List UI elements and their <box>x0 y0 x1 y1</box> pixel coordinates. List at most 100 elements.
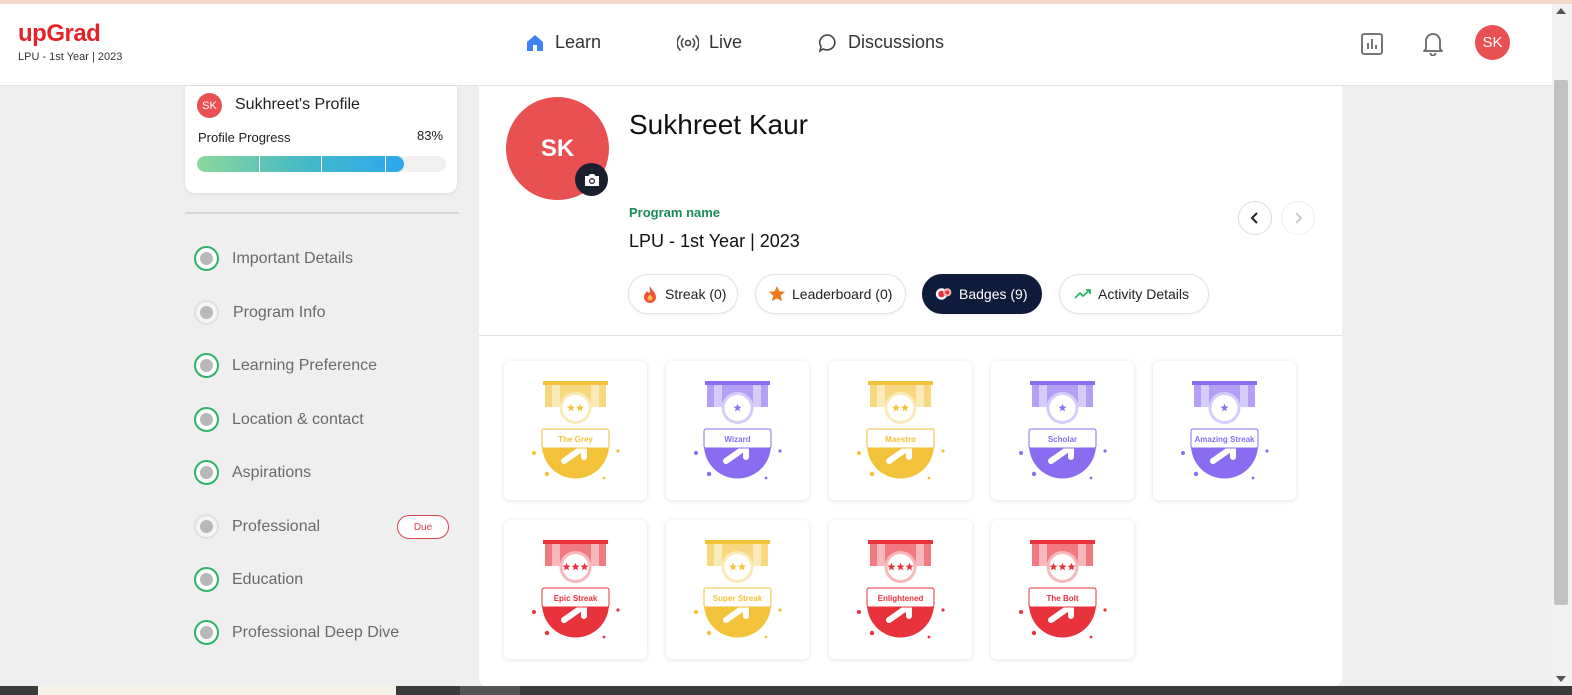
badge-emblem-icon: Maestro <box>856 381 945 480</box>
badge-label: Epic Streak <box>554 594 598 603</box>
sidebar-item-label: Professional <box>232 517 321 535</box>
tabs-separator <box>479 335 1342 336</box>
user-avatar[interactable]: SK <box>1475 25 1510 60</box>
badge-label: Maestro <box>885 435 916 444</box>
program-subtitle: LPU - 1st Year | 2023 <box>18 51 123 63</box>
badge-label: The Bolt <box>1046 594 1078 603</box>
contact-card-icon <box>194 407 219 432</box>
progress-segment-divider <box>259 156 260 172</box>
badge-card[interactable]: Amazing Streak <box>1153 361 1297 500</box>
next-arrow-button[interactable] <box>1281 201 1315 235</box>
gear-icon <box>194 620 219 645</box>
profile-progress-fill <box>197 156 404 172</box>
due-badge: Due <box>397 515 449 539</box>
badge-label: Wizard <box>725 435 751 444</box>
sidebar-divider <box>185 212 459 214</box>
sidebar-item-education[interactable]: Education <box>194 567 303 592</box>
analytics-icon[interactable] <box>1360 32 1384 56</box>
nav-discussions[interactable]: Discussions <box>818 32 944 53</box>
camera-icon[interactable] <box>575 163 608 196</box>
target-icon <box>194 460 219 485</box>
upgrad-logo[interactable]: upGrad <box>18 20 101 48</box>
top-header: upGrad LPU - 1st Year | 2023 Learn Live … <box>0 4 1552 86</box>
scroll-up-arrow[interactable] <box>1556 8 1566 14</box>
sidebar-item-aspirations[interactable]: Aspirations <box>194 460 311 485</box>
profile-summary-card: SK Sukhreet's Profile Profile Progress 8… <box>185 86 457 193</box>
prev-arrow-button[interactable] <box>1238 201 1272 235</box>
sidebar-item-learning-preference[interactable]: Learning Preference <box>194 353 377 378</box>
star-icon <box>768 285 786 303</box>
badge-label: Enlightened <box>877 594 923 603</box>
sidebar-item-label: Location & contact <box>232 410 364 428</box>
badge-card[interactable]: Epic Streak <box>504 520 647 659</box>
taskbar-window-thumb <box>38 686 396 695</box>
badge-card[interactable]: Enlightened <box>828 520 972 659</box>
tab-leaderboard[interactable]: Leaderboard (0) <box>755 274 906 314</box>
nav-learn[interactable]: Learn <box>525 32 601 53</box>
bell-icon[interactable] <box>1422 31 1444 56</box>
profile-progress-label: Profile Progress <box>198 130 291 145</box>
sidebar-item-label: Education <box>232 570 304 588</box>
tab-leaderboard-label: Leaderboard (0) <box>792 286 893 302</box>
tab-activity-details-label: Activity Details <box>1098 286 1190 302</box>
badge-emblem-icon: Wizard <box>694 381 782 480</box>
broadcast-icon <box>677 34 699 51</box>
profile-progress-bar <box>197 156 446 172</box>
tab-activity-details[interactable]: Activity Details <box>1059 274 1209 314</box>
badge-emblem-icon: Enlightened <box>856 540 945 639</box>
badge-emblem-icon: The Grey <box>532 381 620 480</box>
sidebar-item-important-details[interactable]: Important Details <box>194 246 353 271</box>
badge-label: Super Streak <box>713 594 763 603</box>
badges-icon <box>935 285 953 303</box>
badge-label: Amazing Streak <box>1195 435 1256 444</box>
badge-card[interactable]: Super Streak <box>666 520 810 659</box>
badge-card[interactable]: Scholar <box>990 361 1134 500</box>
badge-emblem-icon: Scholar <box>1018 381 1107 480</box>
education-icon <box>194 567 219 592</box>
chevron-left-icon <box>1250 212 1258 224</box>
id-card-icon <box>194 246 219 271</box>
badge-card[interactable]: Wizard <box>666 361 810 500</box>
sidebar-item-label: Learning Preference <box>232 356 377 374</box>
badge-label: Scholar <box>1048 435 1077 444</box>
graduation-cap-icon <box>194 300 219 325</box>
tab-streak-label: Streak (0) <box>665 286 727 302</box>
profile-title[interactable]: Sukhreet's Profile <box>235 96 360 114</box>
sidebar-item-label: Professional Deep Dive <box>232 623 400 641</box>
progress-segment-divider <box>385 156 386 172</box>
badge-card[interactable]: The Bolt <box>990 520 1134 659</box>
badge-card[interactable]: Maestro <box>828 361 972 500</box>
taskbar-app-thumb <box>460 686 520 695</box>
profile-avatar-small: SK <box>197 93 222 118</box>
nav-live-label: Live <box>709 32 743 52</box>
nav-discussions-label: Discussions <box>848 32 945 52</box>
sidebar-item-professional-deep-dive[interactable]: Professional Deep Dive <box>194 620 399 645</box>
sidebar-item-location-contact[interactable]: Location & contact <box>194 407 364 432</box>
scroll-down-arrow[interactable] <box>1556 676 1566 682</box>
scrollbar-thumb[interactable] <box>1554 80 1568 605</box>
os-taskbar <box>0 686 1572 695</box>
progress-segment-divider <box>321 156 322 172</box>
flame-icon <box>641 285 659 303</box>
nav-learn-label: Learn <box>555 32 602 52</box>
sidebar-item-program-info[interactable]: Program Info <box>194 300 325 325</box>
nav-live[interactable]: Live <box>677 32 742 53</box>
badge-emblem-icon: Epic Streak <box>532 540 620 639</box>
profile-progress-percent: 83% <box>417 128 444 143</box>
badge-emblem-icon: Super Streak <box>694 540 782 639</box>
sidebar-item-label: Program Info <box>233 303 326 321</box>
tab-streak[interactable]: Streak (0) <box>628 274 738 314</box>
program-name-label: Program name <box>629 205 721 220</box>
sidebar-item-professional[interactable]: Professional <box>194 514 320 539</box>
badge-card[interactable]: The Grey <box>504 361 647 500</box>
tab-badges[interactable]: Badges (9) <box>922 274 1042 314</box>
program-name-value: LPU - 1st Year | 2023 <box>629 231 800 251</box>
tab-badges-label: Badges (9) <box>959 286 1028 302</box>
briefcase-icon <box>194 514 219 539</box>
badge-emblem-icon: The Bolt <box>1018 540 1107 639</box>
user-full-name: Sukhreet Kaur <box>629 109 808 140</box>
trend-icon <box>1074 285 1092 303</box>
sidebar-item-label: Important Details <box>232 249 353 267</box>
sidebar-item-label: Aspirations <box>232 463 312 481</box>
chat-bubble-icon <box>818 33 836 53</box>
